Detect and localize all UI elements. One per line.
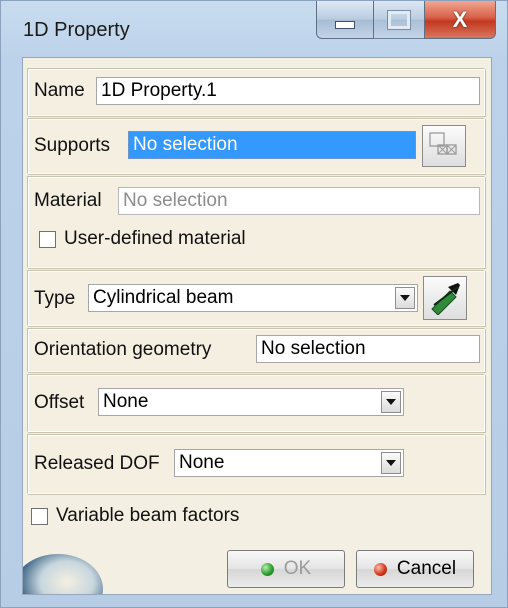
offset-value: None [103, 391, 149, 412]
orientation-group: Orientation geometry No selection [27, 328, 485, 372]
ok-button[interactable]: OK [227, 550, 345, 588]
chevron-down-icon [386, 399, 396, 405]
close-button[interactable]: X [424, 1, 496, 39]
offset-group: Offset None [27, 374, 485, 432]
chevron-down-icon [386, 460, 396, 466]
offset-select[interactable]: None [98, 388, 404, 416]
dialog-window: 1D Property X Name 1D Property.1 Support… [0, 0, 508, 608]
minimize-icon [335, 20, 355, 29]
variable-beam-factors-label: Variable beam factors [56, 505, 240, 526]
maximize-button [373, 1, 425, 39]
chevron-down-icon [400, 295, 410, 301]
green-dot-icon [260, 562, 274, 576]
beam-section-icon [431, 283, 460, 315]
cancel-label: Cancel [396, 558, 457, 579]
beam-section-button[interactable] [423, 276, 467, 320]
maximize-icon [387, 9, 411, 30]
title-bar[interactable]: 1D Property X [1, 1, 507, 55]
type-select[interactable]: Cylindrical beam [88, 284, 418, 312]
released-dof-dropdown-button[interactable] [381, 452, 401, 474]
type-label: Type [34, 288, 76, 309]
released-dof-label: Released DOF [34, 453, 160, 474]
released-dof-group: Released DOF None [27, 434, 485, 494]
orientation-field[interactable]: No selection [256, 335, 480, 363]
window-title: 1D Property [23, 19, 130, 41]
supports-group: Supports No selection [27, 118, 485, 174]
offset-label: Offset [34, 392, 85, 413]
supports-multi-select-button[interactable] [422, 125, 466, 167]
multi-select-icon [429, 132, 457, 155]
supports-label: Supports [34, 135, 111, 156]
offset-dropdown-button[interactable] [381, 391, 401, 413]
app-logo-swoosh [23, 554, 103, 594]
name-group: Name 1D Property.1 [27, 68, 485, 116]
material-label: Material [34, 190, 102, 211]
name-label: Name [34, 80, 85, 101]
user-defined-material-checkbox[interactable] [39, 231, 56, 248]
material-field: No selection [118, 187, 480, 215]
cancel-button[interactable]: Cancel [356, 550, 474, 588]
variable-beam-factors-checkbox[interactable] [31, 508, 48, 525]
released-dof-value: None [179, 452, 225, 473]
close-icon: X [452, 6, 468, 32]
type-group: Type Cylindrical beam [27, 270, 485, 326]
minimize-button[interactable] [316, 1, 374, 39]
orientation-label: Orientation geometry [34, 339, 212, 360]
material-group: Material No selection User-defined mater… [27, 176, 485, 268]
red-dot-icon [373, 562, 387, 576]
user-defined-material-label: User-defined material [64, 228, 246, 249]
ok-label: OK [283, 558, 312, 579]
dialog-content: Name 1D Property.1 Supports No selection [22, 57, 492, 595]
supports-field[interactable]: No selection [128, 131, 416, 159]
name-field[interactable]: 1D Property.1 [96, 77, 480, 105]
type-dropdown-button[interactable] [395, 287, 415, 309]
type-value: Cylindrical beam [93, 287, 234, 308]
released-dof-select[interactable]: None [174, 449, 404, 477]
